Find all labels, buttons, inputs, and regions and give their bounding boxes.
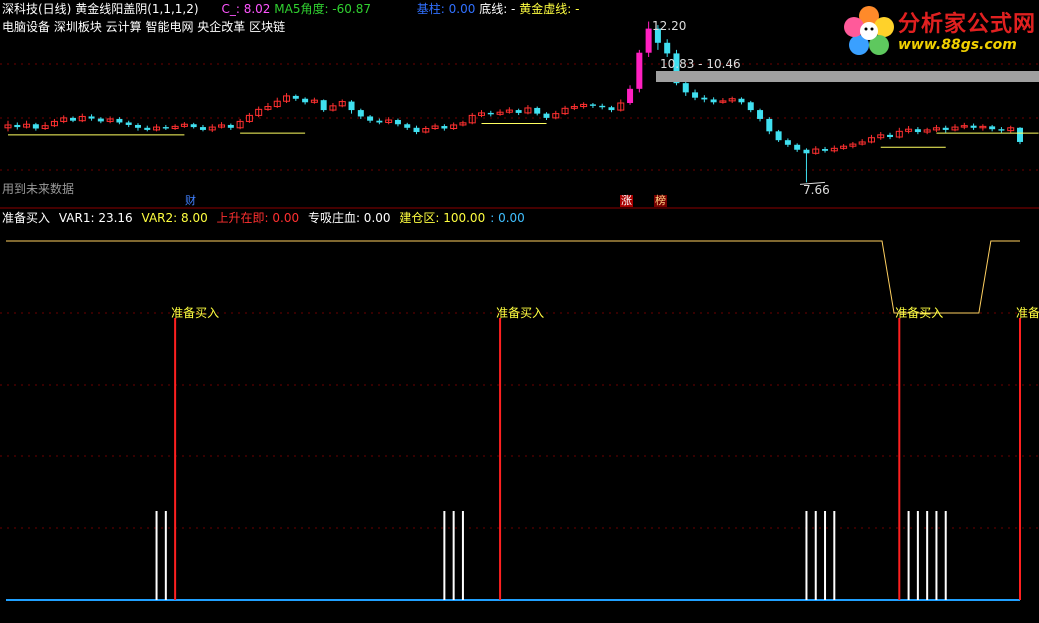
candle-body — [942, 127, 949, 130]
candle-body — [515, 110, 522, 113]
candle-body — [784, 140, 791, 145]
ma5-angle: MA5角度: -60.87 — [274, 2, 371, 16]
buy-signal-label: 准备买入 — [171, 306, 220, 320]
candle-body — [970, 125, 977, 128]
golden-dashed: 黄金虚线: - — [519, 2, 580, 16]
candle-body — [394, 120, 401, 125]
limit-up-marker[interactable]: 涨 — [620, 195, 633, 207]
candle-body — [914, 129, 921, 133]
candle-body — [747, 102, 754, 111]
future-data-note: 用到未来数据 — [2, 182, 75, 196]
candle-body — [627, 88, 634, 103]
sector-tags: 电脑设备 深圳板块 云计算 智能电网 央企改革 区块链 — [2, 20, 286, 34]
extra-value: : 0.00 — [490, 211, 525, 225]
indicator-name: 黄金线阳盖阴(1,1,1,2) — [75, 2, 199, 16]
candle-body — [794, 144, 801, 150]
build-value: 建仓区: 100.00 — [399, 211, 486, 225]
candle-body — [134, 124, 141, 128]
var1-value: VAR1: 23.16 — [58, 211, 133, 225]
candle-body — [766, 118, 773, 132]
candle-body — [348, 101, 355, 111]
candle-body — [645, 28, 652, 53]
base-value: 基柱: 0.00 — [416, 2, 476, 16]
price-overlays — [8, 71, 1039, 185]
lower-panel-info: 准备买入 VAR1: 23.16 VAR2: 8.00 上升在即: 0.00 专… — [2, 211, 530, 225]
candle-body — [664, 42, 671, 54]
candle-body — [367, 116, 374, 121]
candle-body — [190, 124, 197, 128]
flower-icon — [844, 6, 894, 55]
rise-value: 上升在即: 0.00 — [216, 211, 300, 225]
candle-body — [534, 107, 541, 114]
stock-title: 深科技(日线) — [2, 2, 72, 16]
candle-body — [32, 124, 39, 129]
absorb-value: 专吸庄血: 0.00 — [307, 211, 391, 225]
candle-body — [803, 149, 810, 154]
candle-body — [589, 104, 596, 106]
range-price-label: 10.83 - 10.46 — [660, 57, 741, 71]
candle-body — [543, 113, 550, 118]
indicator-panel — [6, 240, 1021, 601]
c-value: C_: 8.02 — [221, 2, 271, 16]
low-price-label: 7.66 — [803, 183, 830, 197]
candle-body — [302, 98, 309, 103]
range-band — [656, 71, 1039, 82]
logo-title: 分析家公式网 — [898, 12, 1037, 37]
candle-body — [97, 118, 104, 122]
candle-body — [738, 98, 745, 103]
candle-body — [413, 127, 420, 133]
candle-body — [701, 97, 708, 100]
buy-signal-label: 准备买入 — [496, 306, 545, 320]
candle-body — [710, 99, 717, 103]
build-zone-line — [6, 240, 1020, 314]
indicator-title: 准备买入 — [2, 211, 51, 225]
candle-body — [357, 110, 364, 117]
buy-signal-label: 准备买入 — [1016, 306, 1039, 320]
candle-body — [636, 52, 643, 89]
candle-body — [1017, 127, 1023, 142]
site-logo: 分析家公式网 www.88gs.com — [840, 0, 1039, 62]
candle-body — [14, 124, 21, 128]
candle-body — [292, 95, 299, 99]
candle-body — [144, 127, 151, 130]
candle-body — [320, 100, 327, 111]
buy-signal-label: 准备买入 — [895, 306, 944, 320]
logo-url: www.88gs.com — [898, 37, 1017, 53]
finance-marker[interactable]: 财 — [184, 195, 197, 207]
candle-body — [775, 131, 782, 141]
candle-body — [116, 118, 123, 123]
candle-body — [608, 107, 615, 111]
candle-body — [69, 117, 76, 121]
candle-body — [404, 124, 411, 128]
candle-body — [998, 129, 1005, 131]
candle-body — [441, 126, 448, 129]
candle-body — [989, 126, 996, 130]
candle-body — [487, 112, 494, 115]
candle-body — [227, 124, 234, 128]
header-info: 深科技(日线) 黄金线阳盖阴(1,1,1,2) C_: 8.02 MA5角度: … — [2, 2, 579, 16]
var2-value: VAR2: 8.00 — [141, 211, 208, 225]
candle-body — [599, 105, 606, 108]
candle-body — [199, 127, 206, 130]
grid-lines — [0, 63, 1039, 529]
candle-body — [88, 116, 95, 119]
rank-marker[interactable]: 榜 — [654, 195, 667, 207]
candle-body — [376, 120, 383, 123]
candle-body — [692, 92, 699, 98]
candle-body — [757, 110, 764, 119]
candle-body — [682, 83, 689, 93]
candle-body — [125, 122, 132, 125]
bottom-line: 底线: - — [479, 2, 516, 16]
candle-body — [822, 149, 829, 151]
candle-body — [887, 134, 894, 137]
candle-body — [162, 127, 169, 129]
high-price-label: 12.20 — [652, 19, 687, 33]
